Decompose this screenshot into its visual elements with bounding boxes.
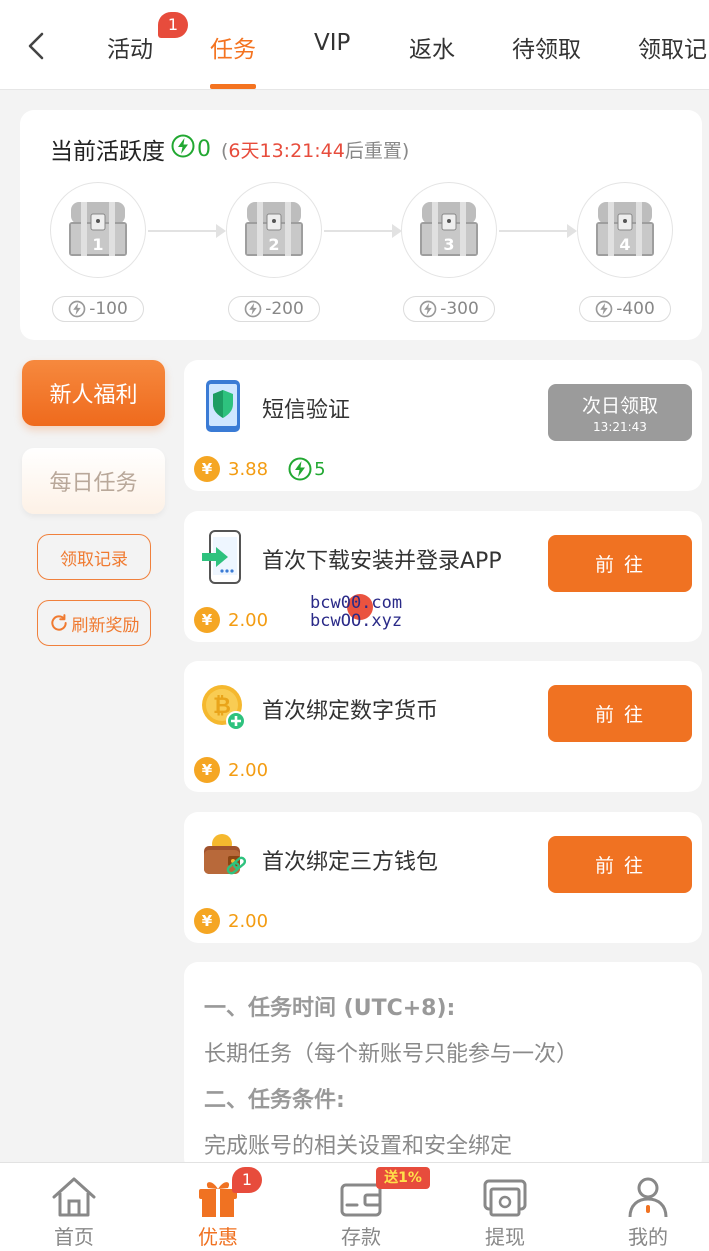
watermark: bcw00.com bcwOO.xyz	[310, 593, 403, 631]
claim-countdown: 13:21:43	[593, 420, 647, 434]
yuan-coin-icon: ¥	[194, 908, 220, 934]
tab-claim-history[interactable]: 领取记	[638, 30, 707, 64]
refresh-reward-label: 刷新奖励	[71, 615, 140, 636]
rules-text: 长期任务（每个新账号只能参与一次）	[204, 1042, 579, 1067]
activity-points: 5	[288, 457, 326, 481]
rules-heading: 一、任务时间 (UTC+8):	[204, 996, 456, 1021]
chest-3[interactable]: 3	[401, 182, 497, 278]
yuan-coin-icon: ¥	[194, 607, 220, 633]
progress-connector	[499, 230, 567, 232]
progress-connector	[324, 230, 392, 232]
go-button[interactable]: 前 往	[548, 836, 692, 893]
activity-card: 当前活跃度 0 (6天13:21:44后重置) 1 2 3 4 -100 -20…	[20, 110, 702, 340]
bottom-nav: 首页 优惠 1 存款 送1% 提现 我的	[0, 1162, 709, 1251]
arrow-right-icon	[216, 224, 226, 238]
activity-value: 0	[197, 136, 211, 162]
yuan-coin-icon: ¥	[194, 456, 220, 482]
sidebar-new-welfare[interactable]: 新人福利	[22, 360, 165, 426]
tab-activity[interactable]: 活动	[107, 30, 153, 64]
task-card-sms-verify: 短信验证 ¥ 3.88 5 次日领取 13:21:43	[184, 360, 702, 491]
lightning-icon	[419, 300, 437, 318]
tab-pending-claim[interactable]: 待领取	[512, 30, 581, 64]
phone-download-icon	[202, 530, 241, 584]
lightning-icon	[244, 300, 262, 318]
lightning-icon	[595, 300, 613, 318]
chest-1[interactable]: 1	[50, 182, 146, 278]
task-reward: ¥ 2.00	[194, 908, 268, 934]
tab-vip[interactable]: VIP	[314, 30, 350, 56]
reward-amount: 2.00	[228, 910, 269, 932]
reset-countdown: (6天13:21:44后重置)	[221, 139, 410, 162]
go-button[interactable]: 前 往	[548, 685, 692, 742]
wallet-link-icon	[204, 834, 246, 875]
tab-rebate[interactable]: 返水	[409, 30, 455, 64]
task-card-bind-wallet: 首次绑定三方钱包 ¥ 2.00 前 往	[184, 812, 702, 943]
activity-title: 当前活跃度	[50, 139, 165, 165]
task-title: 首次下载安装并登录APP	[262, 549, 502, 574]
deposit-bonus-tag: 送1%	[376, 1167, 430, 1189]
chest-cost-pill: -200	[228, 296, 320, 322]
task-rules: 一、任务时间 (UTC+8): 长期任务（每个新账号只能参与一次） 二、任务条件…	[184, 962, 702, 1172]
task-title: 首次绑定数字货币	[262, 699, 439, 724]
tab-tasks[interactable]: 任务	[210, 30, 256, 64]
reward-amount: 2.00	[228, 609, 269, 631]
task-card-bind-crypto: ₿ 首次绑定数字货币 ¥ 2.00 前 往	[184, 661, 702, 792]
lightning-icon	[288, 457, 312, 481]
chest-2[interactable]: 2	[226, 182, 322, 278]
chest-number: 3	[443, 235, 455, 254]
chest-number: 1	[92, 235, 104, 254]
refresh-reward-button[interactable]: 刷新奖励	[37, 600, 151, 646]
refresh-icon	[50, 614, 67, 631]
lightning-icon	[68, 300, 86, 318]
reward-amount: 3.88	[228, 458, 269, 480]
arrow-right-icon	[567, 224, 577, 238]
yuan-coin-icon: ¥	[194, 757, 220, 783]
task-title: 首次绑定三方钱包	[262, 850, 439, 875]
chest-cost-pill: -400	[579, 296, 671, 322]
progress-connector	[148, 230, 216, 232]
task-title: 短信验证	[262, 398, 351, 423]
bitcoin-add-icon: ₿	[202, 685, 246, 731]
lightning-icon	[171, 134, 195, 164]
sidebar-daily-tasks[interactable]: 每日任务	[22, 448, 165, 514]
active-tab-indicator	[210, 84, 256, 89]
user-icon	[628, 1177, 668, 1218]
nav-home[interactable]: 首页	[24, 1175, 124, 1250]
claim-history-button[interactable]: 领取记录	[37, 534, 151, 580]
chevron-left-icon	[28, 32, 44, 60]
tab-activity-badge: 1	[158, 12, 188, 38]
nav-profile[interactable]: 我的	[598, 1175, 698, 1250]
next-day-claim-button[interactable]: 次日领取 13:21:43	[548, 384, 692, 441]
rules-heading: 二、任务条件:	[204, 1088, 345, 1113]
task-reward: ¥ 3.88 5	[194, 456, 326, 482]
chest-4[interactable]: 4	[577, 182, 673, 278]
withdraw-icon	[483, 1179, 527, 1217]
top-tab-bar: 活动 1 任务 VIP 返水 待领取 领取记	[0, 0, 709, 90]
go-button[interactable]: 前 往	[548, 535, 692, 592]
chest-number: 2	[268, 235, 280, 254]
task-card-download-app: 首次下载安装并登录APP ¥ 2.00 前 往	[184, 511, 702, 642]
nav-promotions-badge: 1	[232, 1167, 262, 1193]
home-icon	[52, 1177, 96, 1217]
reward-amount: 2.00	[228, 759, 269, 781]
back-button[interactable]	[18, 26, 54, 66]
chest-cost-pill: -300	[403, 296, 495, 322]
chest-cost-pill: -100	[52, 296, 144, 322]
chest-number: 4	[619, 235, 631, 254]
countdown-time: 6天13:21:44	[228, 139, 345, 162]
activity-header: 当前活跃度 0 (6天13:21:44后重置)	[50, 132, 409, 166]
nav-withdraw[interactable]: 提现	[455, 1175, 555, 1250]
task-reward: ¥ 2.00	[194, 757, 268, 783]
task-reward: ¥ 2.00	[194, 607, 268, 633]
phone-shield-icon	[206, 380, 240, 432]
